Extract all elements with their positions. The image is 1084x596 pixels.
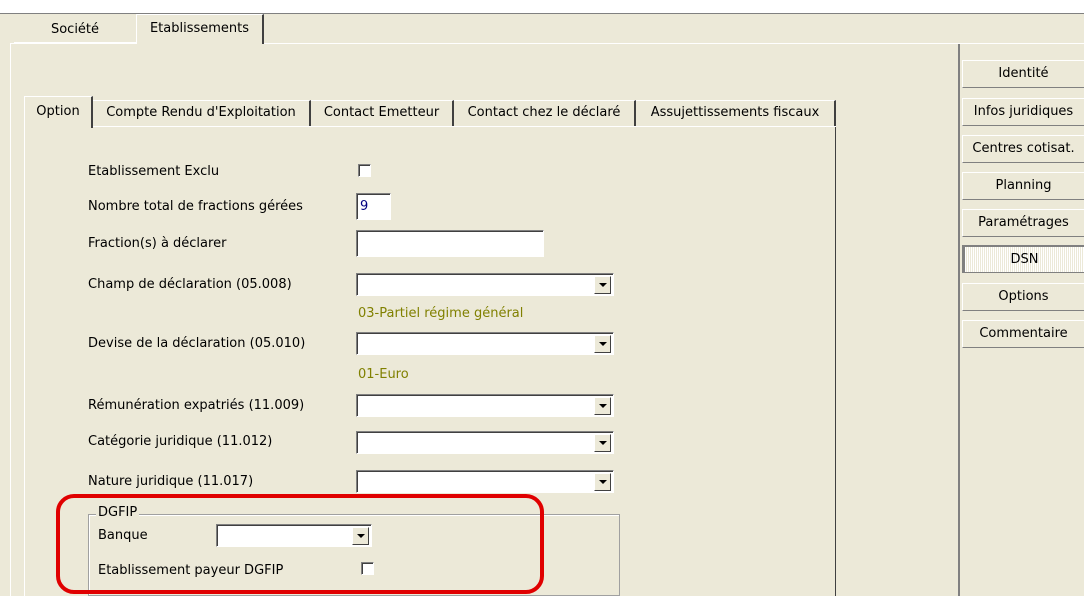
devise-declaration-label: Devise de la déclaration (05.010): [88, 336, 306, 351]
fractions-declarer-input[interactable]: [356, 230, 544, 257]
nombre-fractions-label: Nombre total de fractions gérées: [88, 199, 303, 214]
tab-societe[interactable]: Société: [14, 18, 136, 43]
tab-etablissements[interactable]: Etablissements: [136, 14, 264, 44]
champ-declaration-hint: 03-Partiel régime général: [358, 306, 524, 321]
devise-declaration-select[interactable]: [356, 332, 614, 355]
panel-divider: [958, 44, 960, 596]
devise-declaration-hint: 01-Euro: [358, 367, 409, 382]
subtab-contact-emetteur[interactable]: Contact Emetteur: [311, 100, 454, 126]
categorie-juridique-label: Catégorie juridique (11.012): [88, 434, 273, 449]
remuneration-expatries-select[interactable]: [356, 394, 614, 417]
chevron-down-icon[interactable]: [594, 276, 611, 294]
nav-parametrages-button[interactable]: Paramétrages: [962, 209, 1084, 237]
chevron-down-icon[interactable]: [594, 335, 611, 353]
highlight-annotation: [56, 494, 544, 594]
fractions-declarer-label: Fraction(s) à déclarer: [88, 236, 227, 251]
etablissement-exclu-checkbox[interactable]: [358, 164, 371, 177]
chevron-down-icon[interactable]: [594, 434, 611, 452]
top-margin: [0, 0, 1084, 13]
champ-declaration-label: Champ de déclaration (05.008): [88, 277, 292, 292]
champ-declaration-select[interactable]: [356, 273, 614, 296]
chevron-down-icon[interactable]: [594, 397, 611, 415]
nombre-fractions-input[interactable]: 9: [356, 193, 391, 220]
subtab-contact-declare[interactable]: Contact chez le déclaré: [454, 100, 636, 126]
nature-juridique-select[interactable]: [356, 470, 614, 493]
subtab-assujettissements[interactable]: Assujettissements fiscaux: [636, 100, 836, 126]
nav-identite-button[interactable]: Identité: [962, 60, 1084, 88]
nav-centres-cotisat-button[interactable]: Centres cotisat.: [962, 135, 1084, 163]
nav-dsn-button[interactable]: DSN: [962, 245, 1084, 273]
categorie-juridique-select[interactable]: [356, 431, 614, 454]
etablissement-exclu-label: Etablissement Exclu: [88, 164, 220, 179]
chevron-down-icon[interactable]: [594, 473, 611, 491]
nature-juridique-label: Nature juridique (11.017): [88, 474, 254, 489]
nav-options-button[interactable]: Options: [962, 283, 1084, 311]
subtab-option[interactable]: Option: [24, 96, 93, 128]
nav-commentaire-button[interactable]: Commentaire: [962, 320, 1084, 348]
subtab-compte-rendu[interactable]: Compte Rendu d'Exploitation: [93, 100, 311, 126]
nav-infos-juridiques-button[interactable]: Infos juridiques: [962, 98, 1084, 126]
nav-planning-button[interactable]: Planning: [962, 172, 1084, 200]
remuneration-expatries-label: Rémunération expatriés (11.009): [88, 398, 305, 413]
